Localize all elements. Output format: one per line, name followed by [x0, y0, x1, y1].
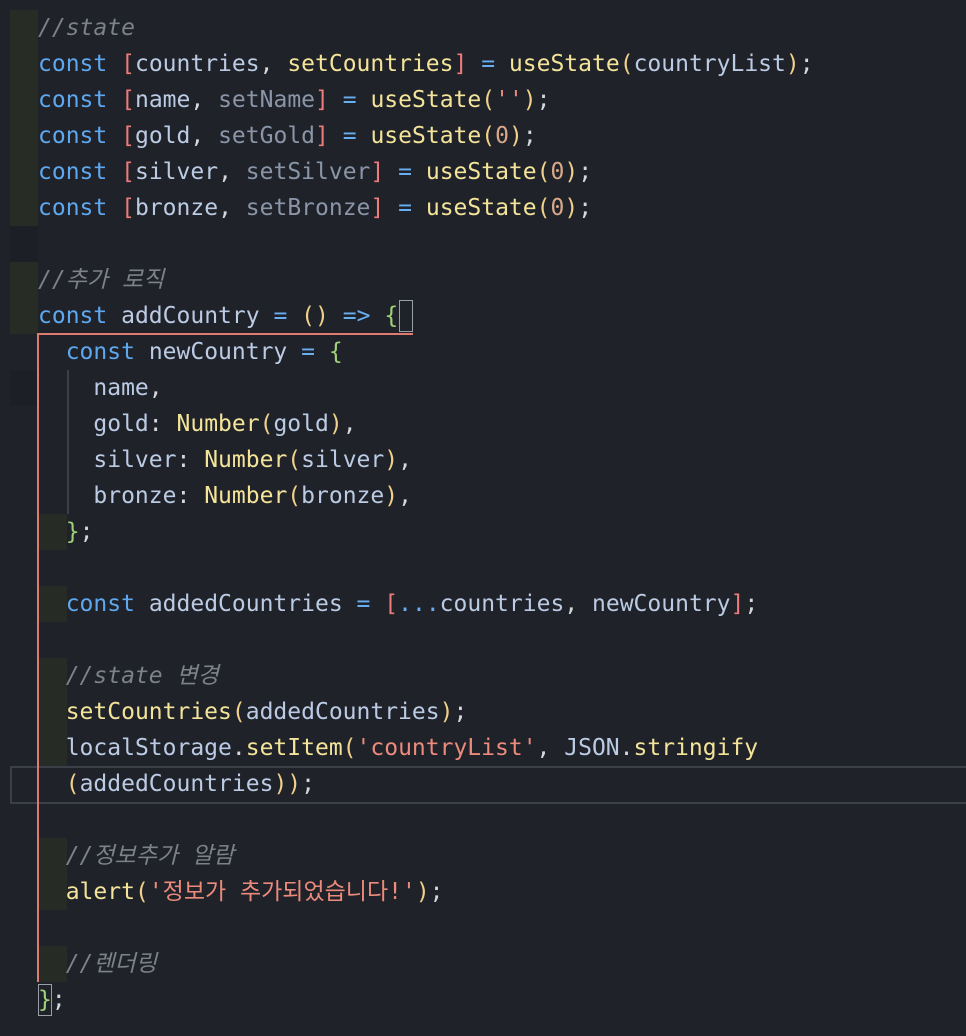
code-editor[interactable]: //state const [countries, setCountries] …: [0, 0, 966, 1036]
gutter-band: [10, 262, 38, 298]
gutter-band: [10, 118, 38, 154]
code-line: gold: Number(gold),: [93, 411, 357, 437]
code-line: const [countries, setCountries] = useSta…: [38, 51, 814, 77]
code-line: (addedCountries));: [65, 771, 316, 797]
code-line: name,: [93, 375, 163, 401]
code-line: silver: Number(silver),: [93, 447, 412, 473]
code-line: setCountries(addedCountries);: [65, 699, 468, 725]
code-line: bronze: Number(bronze),: [93, 483, 412, 509]
gutter-band: [10, 154, 38, 190]
gutter-band: [10, 226, 38, 262]
bracket-match-box: [399, 300, 413, 332]
code-line: const addedCountries = [...countries, ne…: [65, 591, 759, 617]
code-line: //state 변경: [38, 663, 219, 689]
code-line: //정보추가 알람: [38, 843, 235, 869]
code-line: const [bronze, setBronze] = useState(0);: [38, 195, 593, 221]
code-line: };: [65, 519, 94, 545]
gutter-band: [10, 46, 38, 82]
code-line: //state: [38, 15, 135, 41]
code-line: const [name, setName] = useState('');: [38, 87, 551, 113]
code-line: alert('정보가 추가되었습니다!');: [65, 879, 444, 905]
gutter-band: [10, 82, 38, 118]
code-line: const [silver, setSilver] = useState(0);: [38, 159, 593, 185]
code-line: //추가 로직: [38, 267, 165, 293]
code-line: const addCountry = () => {: [38, 303, 399, 329]
code-line: const [gold, setGold] = useState(0);: [38, 123, 537, 149]
gutter-band: [10, 10, 38, 46]
gutter-band: [10, 370, 38, 406]
code-line: localStorage.setItem('countryList', JSON…: [65, 735, 759, 761]
gutter-band: [10, 298, 38, 334]
code-line: //렌더링: [38, 951, 157, 977]
gutter-band: [10, 190, 38, 226]
code-line: };: [38, 987, 66, 1013]
code-line: const newCountry = {: [65, 339, 343, 365]
